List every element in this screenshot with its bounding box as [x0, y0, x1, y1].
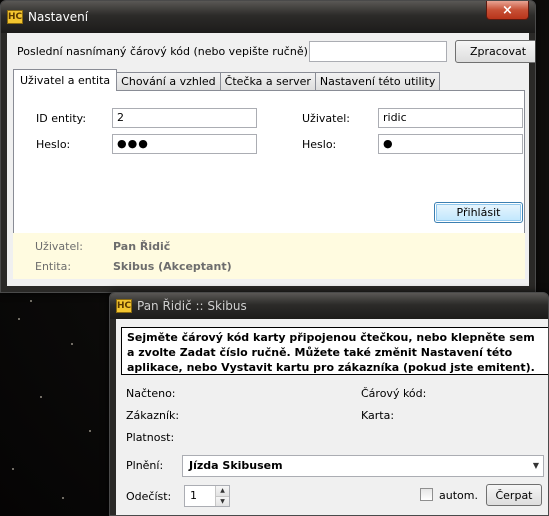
deduct-value: 1 [190, 489, 197, 502]
settings-body: Poslední nasnímaný čárový kód (nebo vepi… [7, 33, 535, 286]
info-entity-label: Entita: [35, 260, 72, 273]
deduct-label: Odečíst: [126, 490, 172, 503]
auto-label: autom. [439, 489, 478, 502]
star [71, 343, 73, 345]
loaded-label: Načteno: [126, 387, 176, 400]
barcode-label: Poslední nasnímaný čárový kód (nebo vepi… [17, 45, 312, 58]
info-user-label: Uživatel: [35, 240, 83, 253]
driver-body: Sejměte čárový kód karty připojenou čteč… [116, 319, 548, 515]
password-label-right: Heslo: [302, 138, 337, 151]
star [89, 430, 91, 432]
tab-utility-settings[interactable]: Nastavení této utility [314, 72, 441, 91]
login-info-panel: Uživatel: Pan Řidič Entita: Skibus (Akce… [13, 233, 525, 279]
star [40, 396, 42, 398]
settings-tabs: Uživatel a entita Chování a vzhled Čtečk… [13, 69, 441, 91]
star [18, 318, 20, 320]
app-logo-icon: HC [116, 299, 132, 313]
fulfillment-label: Plnění: [126, 459, 164, 472]
app-logo-icon: HC [7, 10, 23, 24]
fulfillment-value: Jízda Skibusem [189, 459, 283, 472]
tab-user-entity[interactable]: Uživatel a entita [13, 69, 118, 91]
chevron-up-icon[interactable]: ▲ [216, 486, 229, 496]
tab-behavior-appearance[interactable]: Chování a vzhled [116, 72, 221, 91]
star [30, 300, 32, 302]
process-button[interactable]: Zpracovat [455, 40, 535, 63]
card-label: Karta: [361, 409, 395, 422]
password-field-right[interactable]: ● [378, 134, 523, 154]
user-field[interactable]: ridic [378, 108, 523, 128]
instructions-box[interactable]: Sejměte čárový kód karty připojenou čteč… [121, 327, 548, 375]
close-icon: × [502, 2, 513, 18]
driver-window: HC Pan Řidič :: Skibus Sejměte čárový kó… [109, 292, 549, 516]
login-button[interactable]: Přihlásit [434, 202, 523, 223]
user-label: Uživatel: [302, 112, 350, 125]
password-label-left: Heslo: [36, 138, 71, 151]
validity-label: Platnost: [126, 431, 175, 444]
entity-id-field[interactable]: 2 [112, 108, 257, 128]
info-user-value: Pan Řidič [113, 240, 171, 253]
tab-reader-server[interactable]: Čtečka a server [219, 72, 316, 91]
fulfillment-select[interactable]: Jízda Skibusem ▼ [182, 455, 544, 477]
entity-id-label: ID entity: [36, 112, 87, 125]
password-field-left[interactable]: ●●● [112, 134, 257, 154]
chevron-down-icon[interactable]: ▼ [216, 496, 229, 506]
driver-titlebar[interactable]: HC Pan Řidič :: Skibus [110, 293, 548, 319]
star [12, 468, 14, 470]
draw-button[interactable]: Čerpat [486, 484, 542, 506]
settings-window: HC Nastavení × Poslední nasnímaný čárový… [0, 0, 536, 293]
barcode-input[interactable] [309, 41, 447, 62]
window-title: Nastavení [28, 10, 89, 24]
barcode-result-label: Čárový kód: [361, 387, 427, 400]
settings-titlebar[interactable]: HC Nastavení × [1, 1, 535, 33]
customer-label: Zákazník: [126, 409, 180, 422]
stepper-buttons: ▲ ▼ [215, 486, 229, 506]
chevron-down-icon: ▼ [532, 461, 539, 470]
info-entity-value: Skibus (Akceptant) [113, 260, 232, 273]
star [62, 497, 64, 499]
deduct-stepper[interactable]: 1 ▲ ▼ [184, 485, 230, 507]
close-button[interactable]: × [486, 1, 529, 20]
auto-checkbox[interactable] [420, 488, 433, 501]
driver-window-title: Pan Řidič :: Skibus [137, 299, 247, 313]
